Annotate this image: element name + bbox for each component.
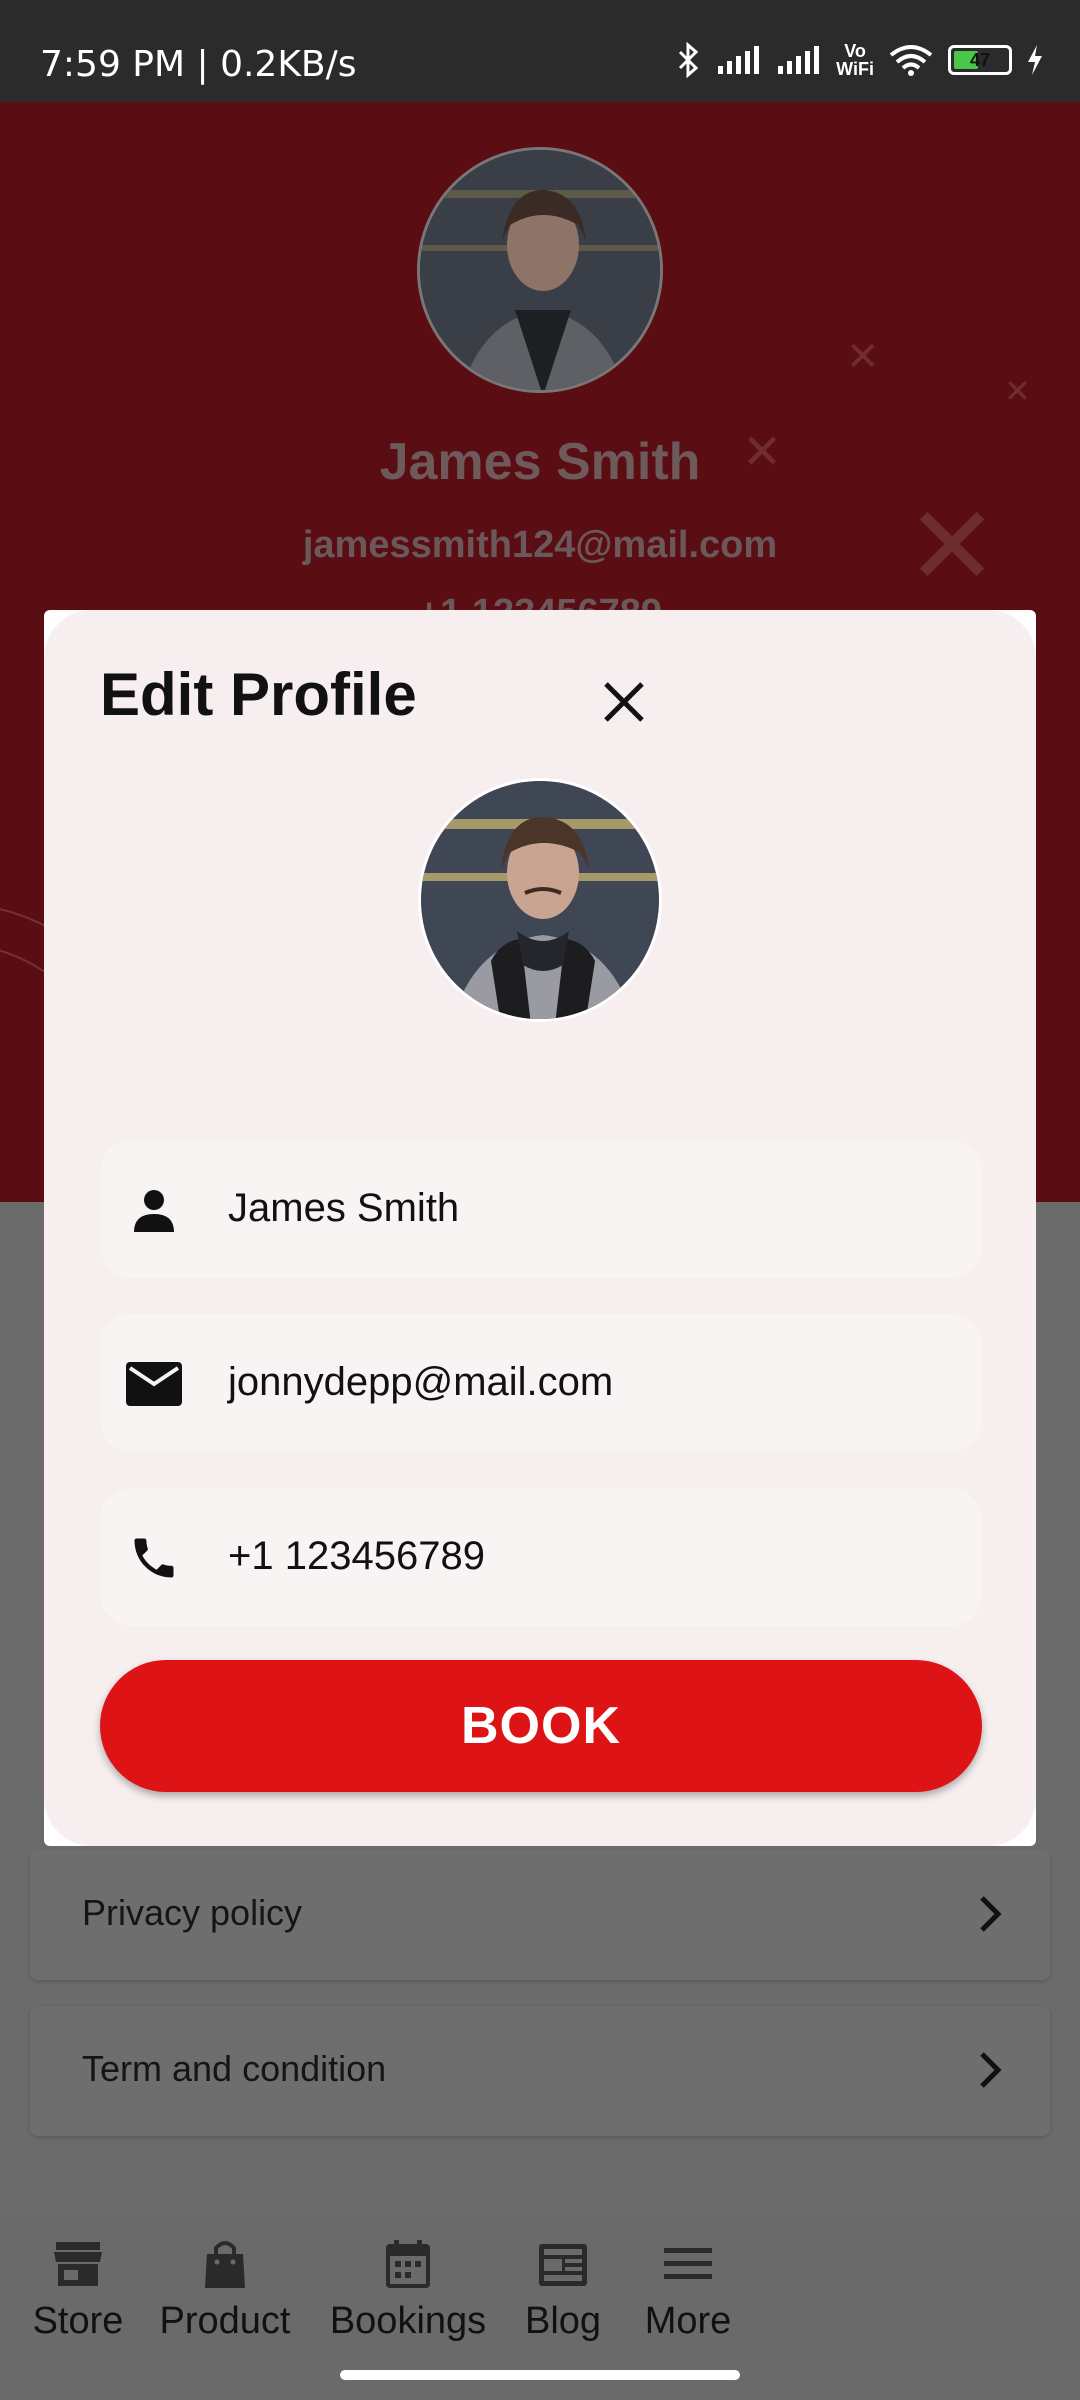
nav-label: Blog <box>524 2300 602 2342</box>
person-icon <box>124 1180 184 1240</box>
list-item-label: Term and condition <box>82 2048 387 2089</box>
status-bar: 7:59 PM | 0.2KB/s Vo WiFi 47 <box>0 0 1080 102</box>
vowifi-top: Vo <box>844 41 866 61</box>
list-item-terms[interactable]: Term and condition <box>30 2006 1050 2136</box>
nav-label: Product <box>159 2300 291 2342</box>
shopping-bag-icon <box>205 2241 245 2288</box>
nav-label: Store <box>32 2300 124 2342</box>
email-field[interactable]: jonnydepp@mail.com <box>100 1314 982 1452</box>
edit-profile-dialog: Edit Profile James Smith jonnydepp@mail.… <box>44 610 1036 1846</box>
charging-icon <box>1028 45 1042 75</box>
decor-cross: ✕ <box>846 335 880 379</box>
profile-avatar <box>417 147 663 393</box>
profile-email: jamessmith124@mail.com <box>302 524 778 566</box>
vowifi-icon: Vo WiFi <box>836 42 874 78</box>
decor-cross: ✕ <box>1004 373 1031 409</box>
nav-label: More <box>644 2300 732 2342</box>
phone-icon <box>124 1528 184 1588</box>
profile-name: James Smith <box>379 433 701 491</box>
name-input[interactable]: James Smith <box>228 1186 459 1231</box>
nav-item-product[interactable]: Product <box>150 2236 300 2343</box>
edit-avatar[interactable] <box>418 778 662 1022</box>
list-item-privacy-policy[interactable]: Privacy policy <box>30 1850 1050 1980</box>
store-icon <box>54 2242 102 2286</box>
book-button[interactable]: BOOK <box>100 1660 982 1792</box>
nav-item-blog[interactable]: Blog <box>508 2236 618 2343</box>
newspaper-icon <box>539 2244 587 2286</box>
status-icons: Vo WiFi 47 <box>674 42 1044 78</box>
chevron-right-icon <box>980 2052 1002 2088</box>
email-input[interactable]: jonnydepp@mail.com <box>228 1360 613 1405</box>
dialog-title: Edit Profile <box>100 661 417 728</box>
close-button[interactable] <box>584 662 664 742</box>
battery-level: 47 <box>969 50 991 70</box>
chevron-right-icon <box>980 1896 1002 1932</box>
home-indicator <box>340 2370 740 2380</box>
phone-field[interactable]: +1 123456789 <box>100 1488 982 1626</box>
mail-icon <box>124 1354 184 1414</box>
phone-input[interactable]: +1 123456789 <box>228 1534 485 1579</box>
status-time: 7:59 PM | 0.2KB/s <box>40 44 357 85</box>
calendar-icon <box>386 2240 430 2288</box>
menu-icon <box>664 2248 712 2279</box>
name-field[interactable]: James Smith <box>100 1140 982 1278</box>
nav-item-bookings[interactable]: Bookings <box>322 2236 494 2343</box>
wifi-icon <box>889 45 933 76</box>
close-icon <box>604 682 644 722</box>
nav-item-more[interactable]: More <box>630 2236 746 2343</box>
nav-item-store[interactable]: Store <box>18 2236 138 2343</box>
battery-icon: 47 <box>948 45 1012 75</box>
bluetooth-icon <box>679 42 699 78</box>
nav-label: Bookings <box>329 2300 487 2342</box>
signal-icon <box>718 46 760 74</box>
vowifi-bottom: WiFi <box>836 59 874 79</box>
edit-profile-panel: Edit Profile James Smith jonnydepp@mail.… <box>44 610 1036 1846</box>
signal-icon <box>778 46 820 74</box>
list-item-label: Privacy policy <box>82 1892 303 1933</box>
